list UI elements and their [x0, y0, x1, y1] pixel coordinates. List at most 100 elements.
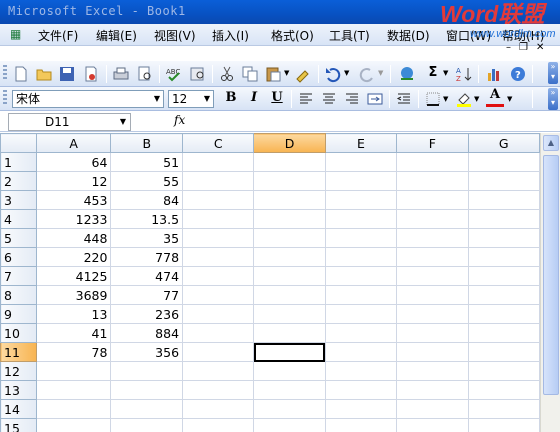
name-box[interactable]: D11 ▼: [8, 113, 131, 131]
cell-a1[interactable]: 64: [35, 152, 112, 172]
paste-dropdown-arrow-icon[interactable]: ▼: [284, 69, 289, 77]
cell-a4[interactable]: 1233: [35, 209, 112, 229]
cell-c12[interactable]: [182, 361, 255, 381]
permission-icon[interactable]: [82, 65, 100, 83]
cell-c5[interactable]: [182, 228, 255, 248]
cell-g8[interactable]: [467, 285, 540, 305]
cell-b7[interactable]: 474: [110, 266, 184, 286]
vertical-scrollbar[interactable]: ▲: [540, 133, 560, 432]
worksheet-grid[interactable]: A B C D E F G 1 64 51 2 12 55 3 453 84 4 1233 13.5 5…: [0, 133, 540, 432]
align-center-icon[interactable]: [320, 90, 338, 108]
hyperlink-icon[interactable]: [398, 65, 416, 83]
borders-icon[interactable]: [424, 90, 442, 108]
cell-c1[interactable]: [182, 152, 255, 172]
cell-b15[interactable]: [110, 418, 184, 432]
cell-a8[interactable]: 3689: [35, 285, 112, 305]
cell-d10[interactable]: [253, 323, 326, 343]
cell-e13[interactable]: [324, 380, 398, 400]
cell-a10[interactable]: 41: [35, 323, 112, 343]
cell-e3[interactable]: [324, 190, 398, 210]
cell-g1[interactable]: [467, 152, 540, 172]
merge-center-icon[interactable]: [366, 90, 384, 108]
cell-c13[interactable]: [182, 380, 255, 400]
paste-icon[interactable]: [264, 65, 282, 83]
menu-tools[interactable]: 工具(T): [329, 27, 370, 44]
underline-button[interactable]: U: [268, 90, 286, 105]
toolbar-grip[interactable]: [3, 90, 7, 106]
cell-f2[interactable]: [396, 171, 469, 191]
toolbar-options-icon[interactable]: » ▾: [548, 62, 558, 84]
cell-c8[interactable]: [182, 285, 255, 305]
cell-e2[interactable]: [324, 171, 398, 191]
font-size-select[interactable]: 12 ▼: [168, 90, 214, 108]
fill-color-dropdown-arrow-icon[interactable]: ▼: [474, 95, 479, 103]
cell-f8[interactable]: [396, 285, 469, 305]
cell-a6[interactable]: 220: [35, 247, 112, 267]
cell-d15[interactable]: [253, 418, 326, 432]
font-color-dropdown-arrow-icon[interactable]: ▼: [507, 95, 512, 103]
row-header[interactable]: 2: [0, 171, 37, 191]
help-icon[interactable]: ?: [509, 65, 527, 83]
formula-input[interactable]: [192, 113, 558, 131]
cell-c3[interactable]: [182, 190, 255, 210]
fill-color-icon[interactable]: [455, 90, 473, 108]
cell-a12[interactable]: [35, 361, 112, 381]
print-icon[interactable]: [112, 65, 130, 83]
cell-b1[interactable]: 51: [110, 152, 184, 172]
cut-icon[interactable]: [218, 65, 236, 83]
cell-e9[interactable]: [324, 304, 398, 324]
cell-b6[interactable]: 778: [110, 247, 184, 267]
select-all-corner[interactable]: [0, 133, 37, 153]
row-header[interactable]: 8: [0, 285, 37, 305]
row-header[interactable]: 10: [0, 323, 37, 343]
menu-view[interactable]: 视图(V): [154, 27, 196, 44]
row-header[interactable]: 12: [0, 361, 37, 381]
cell-f12[interactable]: [396, 361, 469, 381]
cell-e10[interactable]: [324, 323, 398, 343]
cell-f6[interactable]: [396, 247, 469, 267]
cell-f14[interactable]: [396, 399, 469, 419]
scroll-up-icon[interactable]: ▲: [543, 135, 559, 151]
chart-wizard-icon[interactable]: [485, 65, 503, 83]
column-header-g[interactable]: G: [467, 133, 540, 153]
cell-d12[interactable]: [253, 361, 326, 381]
cell-e4[interactable]: [324, 209, 398, 229]
cell-e7[interactable]: [324, 266, 398, 286]
row-header[interactable]: 5: [0, 228, 37, 248]
cell-a11[interactable]: 78: [35, 342, 112, 362]
cell-e15[interactable]: [324, 418, 398, 432]
cell-a7[interactable]: 4125: [35, 266, 112, 286]
cell-g13[interactable]: [467, 380, 540, 400]
cell-a2[interactable]: 12: [35, 171, 112, 191]
borders-dropdown-arrow-icon[interactable]: ▼: [443, 95, 448, 103]
cell-e1[interactable]: [324, 152, 398, 172]
cell-d11[interactable]: [253, 342, 326, 362]
cell-d1[interactable]: [253, 152, 326, 172]
cell-g15[interactable]: [467, 418, 540, 432]
cell-b14[interactable]: [110, 399, 184, 419]
cell-b4[interactable]: 13.5: [110, 209, 184, 229]
cell-f9[interactable]: [396, 304, 469, 324]
row-header[interactable]: 9: [0, 304, 37, 324]
cell-e14[interactable]: [324, 399, 398, 419]
cell-c6[interactable]: [182, 247, 255, 267]
cell-d5[interactable]: [253, 228, 326, 248]
scroll-thumb[interactable]: [543, 155, 559, 395]
toolbar-options-icon[interactable]: » ▾: [548, 88, 558, 110]
cell-g11[interactable]: [467, 342, 540, 362]
row-header[interactable]: 14: [0, 399, 37, 419]
cell-a14[interactable]: [35, 399, 112, 419]
cell-b10[interactable]: 884: [110, 323, 184, 343]
cell-b11[interactable]: 356: [110, 342, 184, 362]
row-header[interactable]: 6: [0, 247, 37, 267]
cell-g4[interactable]: [467, 209, 540, 229]
row-header[interactable]: 7: [0, 266, 37, 286]
decrease-indent-icon[interactable]: [395, 90, 413, 108]
cell-f7[interactable]: [396, 266, 469, 286]
cell-c14[interactable]: [182, 399, 255, 419]
toolbar-grip[interactable]: [3, 65, 7, 81]
column-header-c[interactable]: C: [182, 133, 255, 153]
cell-d13[interactable]: [253, 380, 326, 400]
open-folder-icon[interactable]: [35, 65, 53, 83]
cell-d14[interactable]: [253, 399, 326, 419]
